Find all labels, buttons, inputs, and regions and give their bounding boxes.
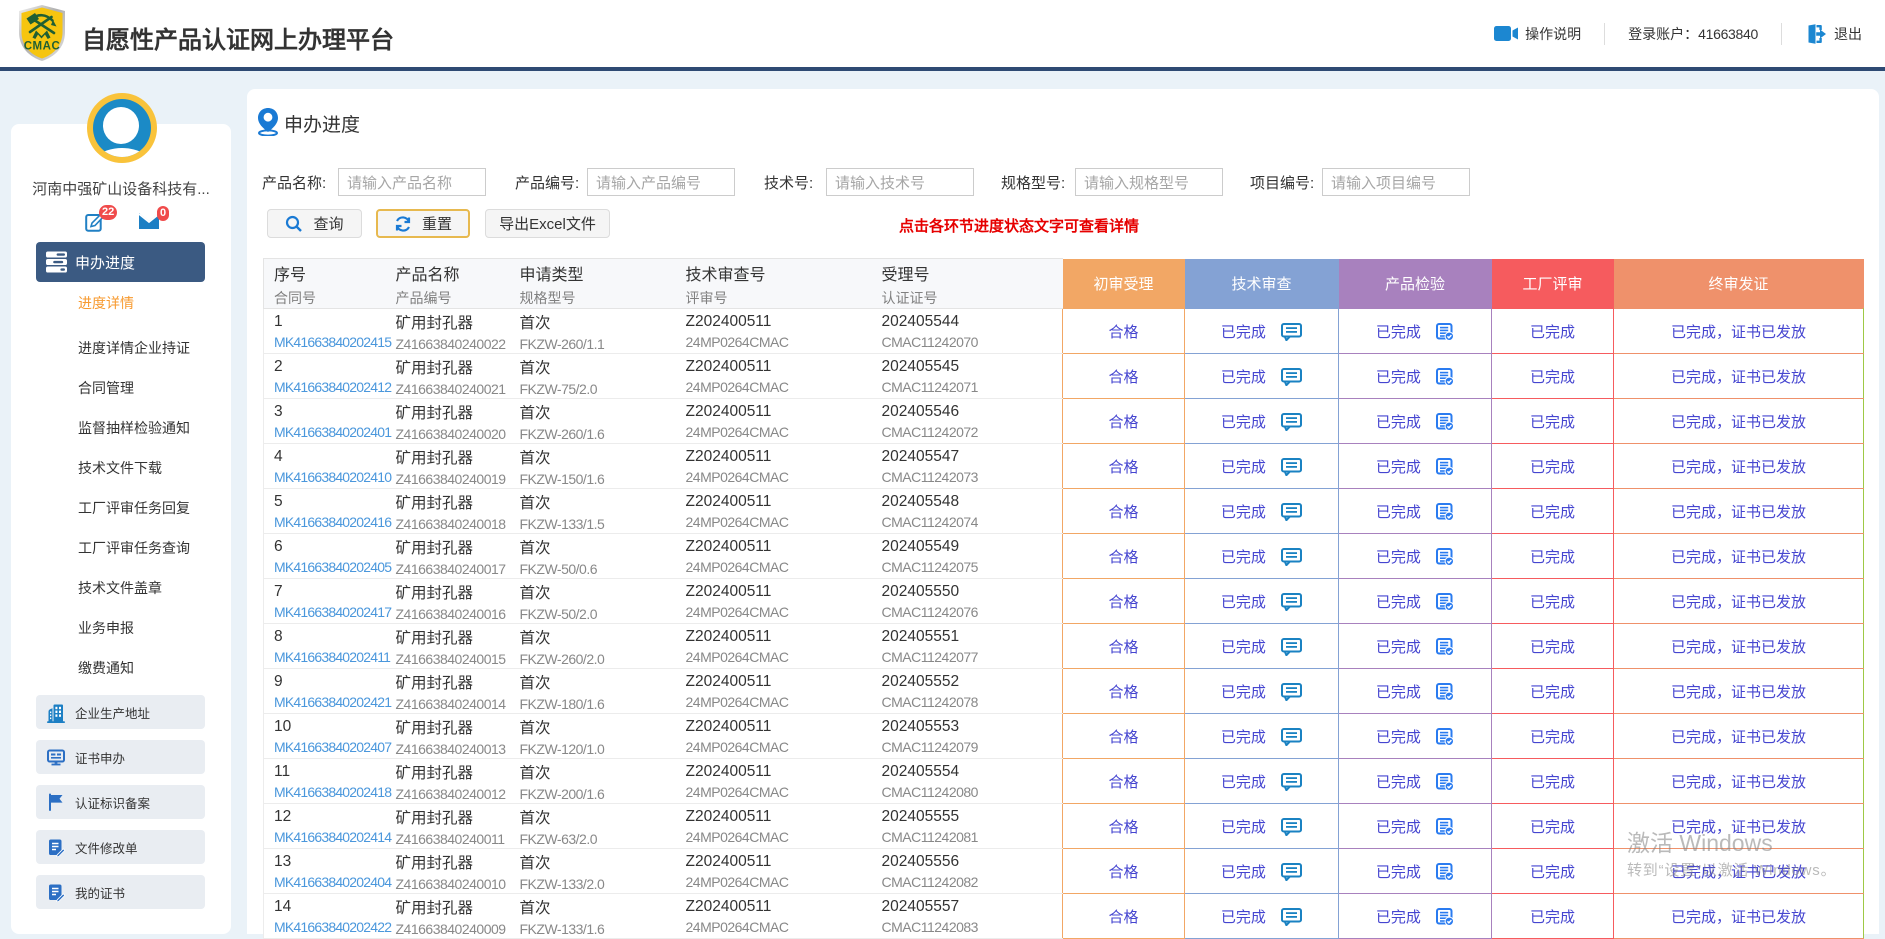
svg-text:CMAC: CMAC [24, 41, 61, 53]
